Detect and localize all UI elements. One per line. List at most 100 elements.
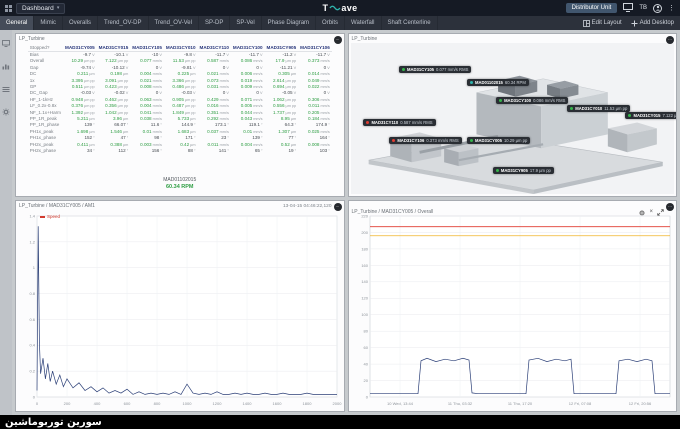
panel-trend: LP_Turbine / MAD31CY005 / Overall × ··· … bbox=[348, 200, 678, 412]
monitor-icon[interactable] bbox=[2, 34, 10, 52]
callout-sensor-value: 0.587 mm/s RMS bbox=[400, 120, 432, 125]
sensor-callout[interactable]: MAD31CY0157.122 µm pp bbox=[625, 112, 677, 119]
callout-sensor-name: MAD31CY110 bbox=[371, 120, 398, 125]
spectrum-chart[interactable]: 00.20.40.60.811.21.402004006008001000120… bbox=[18, 211, 342, 409]
sensor-callout[interactable]: MAD31CY1100.587 mm/s RMS bbox=[363, 119, 435, 126]
distributor-unit-button[interactable]: Distributor Unit bbox=[566, 3, 618, 13]
svg-text:120: 120 bbox=[361, 296, 368, 301]
value-cell: -11.2V bbox=[265, 52, 299, 59]
callout-sensor-value: 11.53 µm pp bbox=[604, 106, 627, 111]
svg-text:0.8: 0.8 bbox=[29, 291, 35, 296]
status-dot bbox=[402, 68, 405, 71]
sensor-callout[interactable]: MAD0110201560.34 RPM bbox=[467, 79, 529, 86]
svg-text:100: 100 bbox=[361, 312, 368, 317]
svg-text:11 Thu, 17:20: 11 Thu, 17:20 bbox=[507, 401, 532, 406]
callout-sensor-value: 10.29 µm pp bbox=[504, 138, 527, 143]
spectrum-timestamp: 13-04-15 04:46:22,120 bbox=[283, 204, 332, 209]
sensor-table-container: Stopped?MAD31CY005MAD31CY015MAD31CY105MA… bbox=[16, 44, 344, 155]
tab-waterfall[interactable]: Waterfall bbox=[345, 16, 381, 30]
turbine-3d-view[interactable]: MAD31CY1050.077 mm/s RMS MAD0110201560.34… bbox=[351, 43, 675, 194]
sensor-callout[interactable]: MAD31CY01011.53 µm pp bbox=[567, 105, 630, 112]
desktop-tabs: GeneralMimicOverallsTrend_OV-DPTrend_OV-… bbox=[0, 16, 438, 30]
twave-logo: T ave bbox=[322, 3, 357, 13]
user-avatar-icon[interactable] bbox=[653, 4, 662, 13]
tab-mimic[interactable]: Mimic bbox=[34, 16, 63, 30]
sensor-callout[interactable]: MAD31CY90517.9 µm pp bbox=[493, 167, 554, 174]
svg-text:200: 200 bbox=[361, 230, 368, 235]
panel-menu-button[interactable]: ··· bbox=[666, 36, 674, 44]
panel-menu-button[interactable]: ··· bbox=[334, 36, 342, 44]
status-dot bbox=[392, 139, 395, 142]
tab-sp-dp[interactable]: SP-DP bbox=[199, 16, 230, 30]
tab-phase-diagram[interactable]: Phase Diagram bbox=[262, 16, 316, 30]
value-cell: 103° bbox=[298, 148, 332, 154]
panel-menu-button[interactable]: ··· bbox=[666, 203, 674, 211]
panel-menu-button[interactable]: ··· bbox=[334, 203, 342, 211]
sensor-callout[interactable]: MAD31CY1000.086 mm/s RMS bbox=[496, 97, 568, 104]
sensor-column-header: MAD31CY905 bbox=[265, 44, 299, 52]
tab-overalls[interactable]: Overalls bbox=[63, 16, 98, 30]
svg-text:0: 0 bbox=[365, 394, 368, 399]
tab-trend-ov-dp[interactable]: Trend_OV-DP bbox=[98, 16, 148, 30]
callout-sensor-value: 60.34 RPM bbox=[505, 80, 526, 85]
sensor-column-header: MAD31CY105 bbox=[130, 44, 164, 52]
panel-3d-model: LP_Turbine ··· bbox=[348, 33, 678, 197]
svg-text:180: 180 bbox=[361, 246, 368, 251]
svg-text:600: 600 bbox=[124, 401, 131, 406]
callout-sensor-name: MAD31CY905 bbox=[501, 168, 528, 173]
tab-shaft-centerline[interactable]: Shaft Centerline bbox=[382, 16, 438, 30]
callout-sensor-value: 0.077 mm/s RMS bbox=[436, 67, 468, 72]
value-cell: 34° bbox=[63, 148, 97, 154]
layout-icon bbox=[583, 20, 590, 27]
dashboard-dropdown[interactable]: Dashboard ▾ bbox=[16, 3, 65, 14]
sensor-column-header: MAD31CY015 bbox=[97, 44, 131, 52]
value-cell: -11.7V bbox=[198, 52, 231, 59]
svg-text:200: 200 bbox=[64, 401, 71, 406]
svg-text:0: 0 bbox=[36, 401, 39, 406]
chevron-down-icon: ▾ bbox=[57, 5, 60, 11]
legend-label: Speed bbox=[47, 214, 60, 219]
sensor-callout[interactable]: MAD31CY1060.373 mm/s RMS bbox=[389, 137, 461, 144]
edit-layout-button[interactable]: Edit Layout bbox=[583, 20, 622, 27]
svg-text:20: 20 bbox=[363, 378, 368, 383]
sensor-callout[interactable]: MAD31CY00510.29 µm pp bbox=[467, 137, 530, 144]
svg-text:11 Thu, 03:32: 11 Thu, 03:32 bbox=[447, 401, 472, 406]
status-dot bbox=[366, 121, 369, 124]
callout-sensor-name: MAD31CY010 bbox=[575, 106, 602, 111]
panel-spectrum: LP_Turbine / MAD31CY005 / AM1 13-04-15 0… bbox=[15, 200, 345, 412]
watermark-bar: سورین توربوماشین bbox=[0, 415, 680, 429]
apps-grid-icon[interactable] bbox=[5, 5, 12, 12]
add-desktop-label: Add Desktop bbox=[640, 20, 674, 26]
list-icon[interactable] bbox=[2, 80, 10, 98]
svg-text:1000: 1000 bbox=[183, 401, 193, 406]
wave-icon bbox=[329, 4, 340, 12]
sensor-column-header: MAD31CY100 bbox=[231, 44, 265, 52]
tab-sp-vel[interactable]: SP-Vel bbox=[230, 16, 261, 30]
add-desktop-button[interactable]: Add Desktop bbox=[631, 20, 674, 27]
callout-sensor-value: 0.086 mm/s RMS bbox=[533, 98, 565, 103]
svg-text:1600: 1600 bbox=[273, 401, 283, 406]
svg-text:0.6: 0.6 bbox=[29, 317, 35, 322]
sensor-callout[interactable]: MAD31CY1050.077 mm/s RMS bbox=[399, 66, 471, 73]
status-dot bbox=[570, 107, 573, 110]
tab-orbits[interactable]: Orbits bbox=[316, 16, 345, 30]
status-dot bbox=[470, 81, 473, 84]
table-row: PH2x_phase34°112°156°88°141°65°19°103° bbox=[28, 148, 332, 154]
gear-icon[interactable] bbox=[2, 103, 10, 121]
trend-chart[interactable]: 02040608010012014016018020022010 Wed, 13… bbox=[351, 211, 675, 409]
kebab-menu-icon[interactable]: ⋮ bbox=[668, 5, 675, 12]
panel-title: LP_Turbine bbox=[16, 34, 344, 44]
monitor-icon[interactable] bbox=[623, 0, 633, 17]
svg-text:80: 80 bbox=[363, 329, 368, 334]
svg-text:0.4: 0.4 bbox=[29, 343, 35, 348]
callout-sensor-name: MAD31CY100 bbox=[504, 98, 531, 103]
status-dot bbox=[628, 114, 631, 117]
chart-icon[interactable] bbox=[2, 57, 10, 75]
panel-sensor-table: LP_Turbine ··· Stopped?MAD31CY005MAD31CY… bbox=[15, 33, 345, 197]
tab-general[interactable]: General bbox=[0, 16, 34, 30]
svg-text:1.4: 1.4 bbox=[29, 213, 35, 218]
table-row: Bias-9.7V-10.1V-10V-9.8V-11.7V-11.7V-11.… bbox=[28, 52, 332, 59]
tab-trend-ov-vel[interactable]: Trend_OV-Vel bbox=[149, 16, 199, 30]
value-cell: 112° bbox=[97, 148, 131, 154]
svg-text:12 Fri, 20:56: 12 Fri, 20:56 bbox=[628, 401, 651, 406]
